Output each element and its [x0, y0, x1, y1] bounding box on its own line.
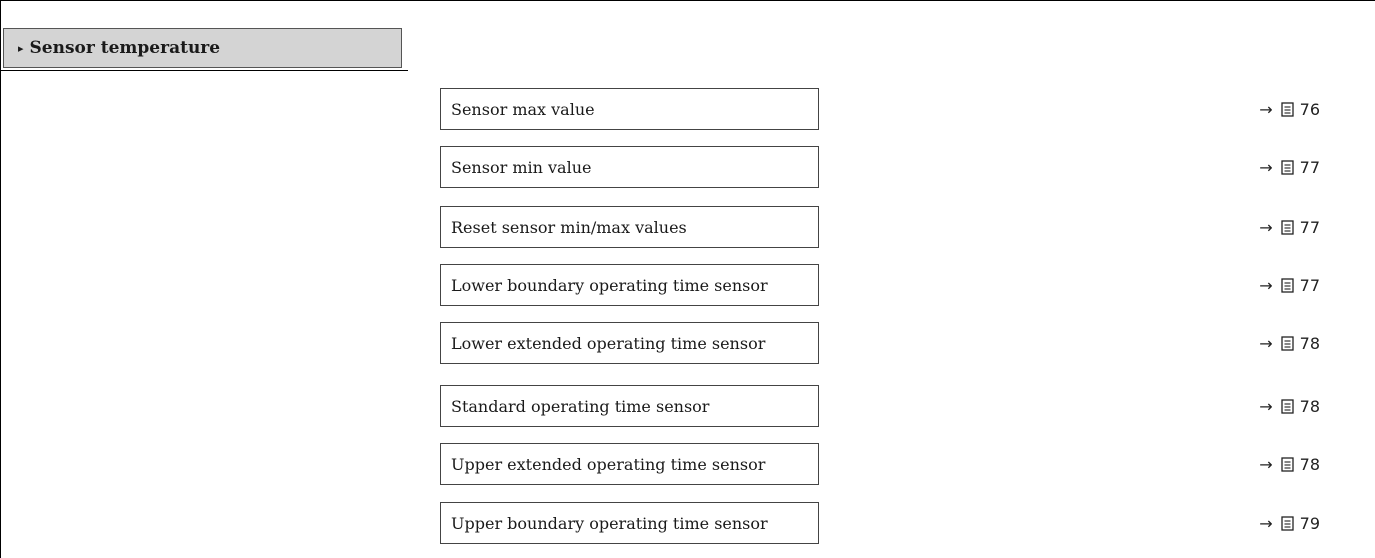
parameter-lower-boundary-operating-time-sensor[interactable]: Lower boundary operating time sensor [440, 264, 819, 306]
arrow-right-icon: → [1259, 275, 1273, 295]
parameter-label: Upper boundary operating time sensor [451, 513, 768, 533]
page-number: 78 [1299, 396, 1320, 416]
parameter-label: Sensor max value [451, 99, 595, 119]
parameter-reset-sensor-min-max-values[interactable]: Reset sensor min/max values [440, 206, 819, 248]
parameter-label: Lower extended operating time sensor [451, 333, 766, 353]
page-reference[interactable]: → 77 [1259, 264, 1320, 306]
document-page-icon [1280, 159, 1294, 175]
arrow-right-icon: → [1259, 513, 1273, 533]
page-reference[interactable]: → 77 [1259, 206, 1320, 248]
parameter-lower-extended-operating-time-sensor[interactable]: Lower extended operating time sensor [440, 322, 819, 364]
page-number: 79 [1299, 513, 1320, 533]
parameter-upper-extended-operating-time-sensor[interactable]: Upper extended operating time sensor [440, 443, 819, 485]
document-page-icon [1280, 456, 1294, 472]
document-page-icon [1280, 219, 1294, 235]
parameter-label: Reset sensor min/max values [451, 217, 687, 237]
left-rule [0, 0, 1, 558]
parameter-sensor-max-value[interactable]: Sensor max value [440, 88, 819, 130]
parameter-standard-operating-time-sensor[interactable]: Standard operating time sensor [440, 385, 819, 427]
document-page-icon [1280, 335, 1294, 351]
arrow-right-icon: → [1259, 454, 1273, 474]
parameter-label: Standard operating time sensor [451, 396, 710, 416]
page-number: 78 [1299, 333, 1320, 353]
arrow-right-icon: → [1259, 99, 1273, 119]
page-reference[interactable]: → 76 [1259, 88, 1320, 130]
document-page-icon [1280, 277, 1294, 293]
page-reference[interactable]: → 79 [1259, 502, 1320, 544]
parameter-label: Upper extended operating time sensor [451, 454, 766, 474]
page-number: 76 [1299, 99, 1320, 119]
page-reference[interactable]: → 77 [1259, 146, 1320, 188]
submenu-marker-icon: ▸ [18, 41, 24, 55]
page-number: 78 [1299, 454, 1320, 474]
parameter-upper-boundary-operating-time-sensor[interactable]: Upper boundary operating time sensor [440, 502, 819, 544]
parameter-sensor-min-value[interactable]: Sensor min value [440, 146, 819, 188]
top-rule [0, 0, 1375, 1]
arrow-right-icon: → [1259, 396, 1273, 416]
page-number: 77 [1299, 157, 1320, 177]
page-reference[interactable]: → 78 [1259, 443, 1320, 485]
page-reference[interactable]: → 78 [1259, 385, 1320, 427]
parameter-label: Lower boundary operating time sensor [451, 275, 768, 295]
arrow-right-icon: → [1259, 157, 1273, 177]
parameter-label: Sensor min value [451, 157, 592, 177]
submenu-header-sensor-temperature[interactable]: ▸ Sensor temperature [3, 28, 402, 68]
arrow-right-icon: → [1259, 333, 1273, 353]
document-page-icon [1280, 101, 1294, 117]
submenu-title: Sensor temperature [29, 38, 221, 58]
document-page-icon [1280, 515, 1294, 531]
document-page-icon [1280, 398, 1294, 414]
arrow-right-icon: → [1259, 217, 1273, 237]
page-number: 77 [1299, 275, 1320, 295]
page-number: 77 [1299, 217, 1320, 237]
submenu-underline [0, 70, 408, 71]
page-reference[interactable]: → 78 [1259, 322, 1320, 364]
